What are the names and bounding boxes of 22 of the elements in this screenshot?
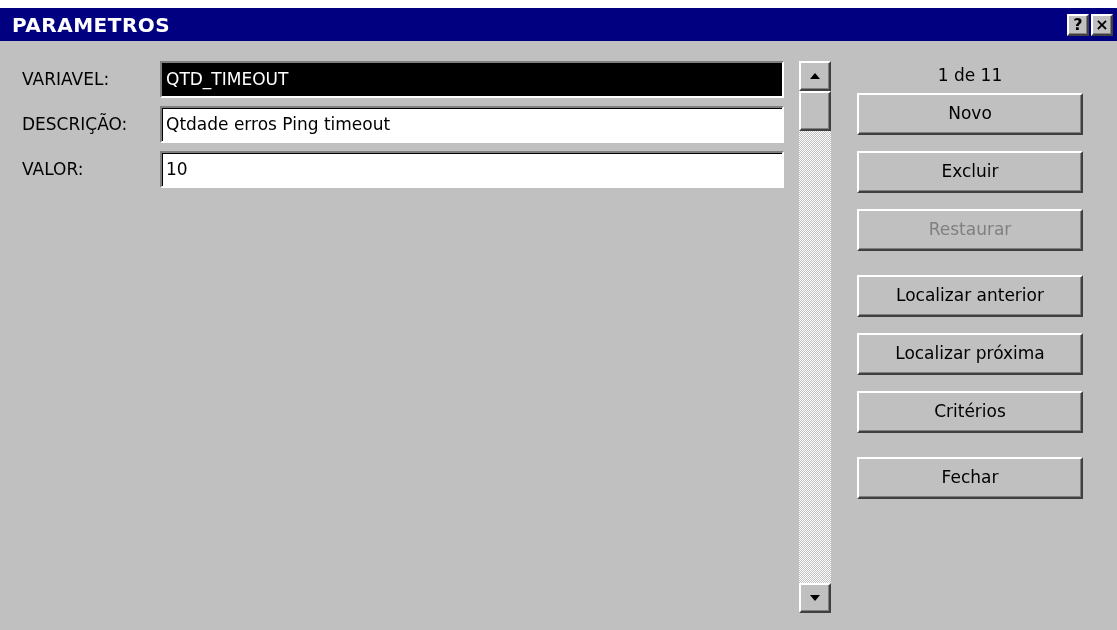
help-button[interactable]: ? bbox=[1067, 13, 1089, 36]
down-arrow-icon bbox=[810, 595, 820, 601]
field-label: VALOR: bbox=[22, 157, 85, 181]
input-field[interactable]: Qtdade erros Ping timeout bbox=[160, 106, 784, 143]
dialog-button[interactable]: Critérios bbox=[857, 391, 1083, 433]
input-field[interactable]: QTD_TIMEOUT bbox=[160, 61, 784, 98]
record-counter: 1 de 11 bbox=[936, 64, 1004, 87]
field-label: VARIAVEL: bbox=[22, 67, 111, 91]
dialog-button[interactable]: Localizar anterior bbox=[857, 275, 1083, 317]
dialog-button[interactable]: Localizar próxima bbox=[857, 333, 1083, 375]
window-title: PARAMETROS bbox=[12, 11, 171, 39]
scroll-thumb[interactable] bbox=[799, 91, 831, 131]
up-arrow-icon bbox=[810, 73, 820, 79]
close-button[interactable]: × bbox=[1091, 13, 1113, 36]
dialog-button[interactable]: Excluir bbox=[857, 151, 1083, 193]
dialog-button[interactable]: Fechar bbox=[857, 457, 1083, 499]
scroll-up-button[interactable] bbox=[799, 61, 831, 91]
dialog-button[interactable]: Novo bbox=[857, 93, 1083, 135]
scroll-down-button[interactable] bbox=[799, 583, 831, 613]
field-label: DESCRIÇÃO: bbox=[22, 112, 129, 136]
scrollbar[interactable] bbox=[799, 61, 831, 613]
input-field[interactable]: 10 bbox=[160, 151, 784, 188]
